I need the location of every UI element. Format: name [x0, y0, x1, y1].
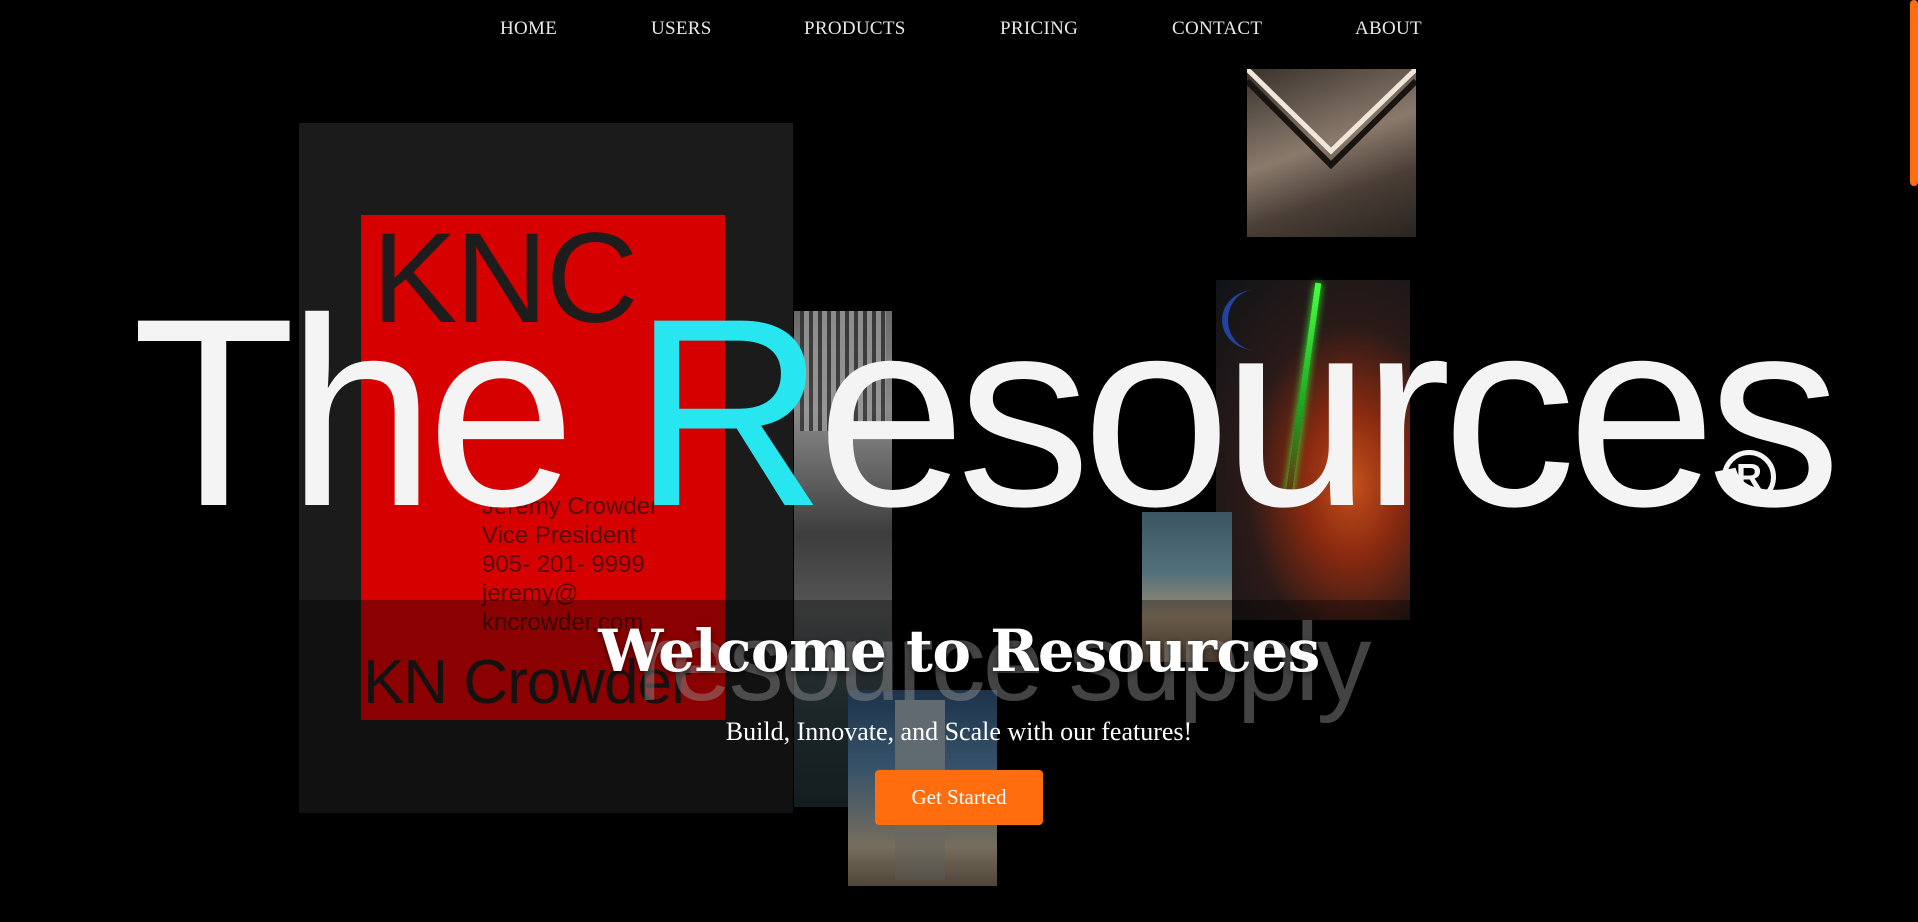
scrollbar-thumb[interactable]: [1910, 0, 1918, 186]
top-nav: HOME USERS PRODUCTS PRICING CONTACT ABOU…: [0, 0, 1918, 58]
hero-subtitle: Build, Innovate, and Scale with our feat…: [725, 716, 1193, 746]
nav-pricing[interactable]: PRICING: [1000, 18, 1078, 40]
hero-content: Welcome to Resources Build, Innovate, an…: [0, 617, 1918, 826]
get-started-button[interactable]: Get Started: [875, 770, 1043, 826]
brand-wordmark: The Resources: [132, 278, 1841, 546]
nav-contact[interactable]: CONTACT: [1172, 18, 1262, 40]
page-scrollbar[interactable]: [1910, 0, 1918, 922]
hero-title: Welcome to Resources: [598, 617, 1320, 685]
ceiling-photo: [1247, 69, 1416, 237]
page: HOME USERS PRODUCTS PRICING CONTACT ABOU…: [0, 0, 1918, 922]
registered-trademark-icon: R: [1722, 450, 1776, 504]
nav-home[interactable]: HOME: [500, 18, 557, 40]
nav-products[interactable]: PRODUCTS: [804, 18, 906, 40]
nav-users[interactable]: USERS: [651, 18, 712, 40]
brand-wordmark-part2: esources: [816, 262, 1841, 562]
brand-wordmark-accent: R: [632, 262, 826, 562]
brand-wordmark-part1: The: [132, 262, 633, 562]
nav-about[interactable]: ABOUT: [1355, 18, 1422, 40]
